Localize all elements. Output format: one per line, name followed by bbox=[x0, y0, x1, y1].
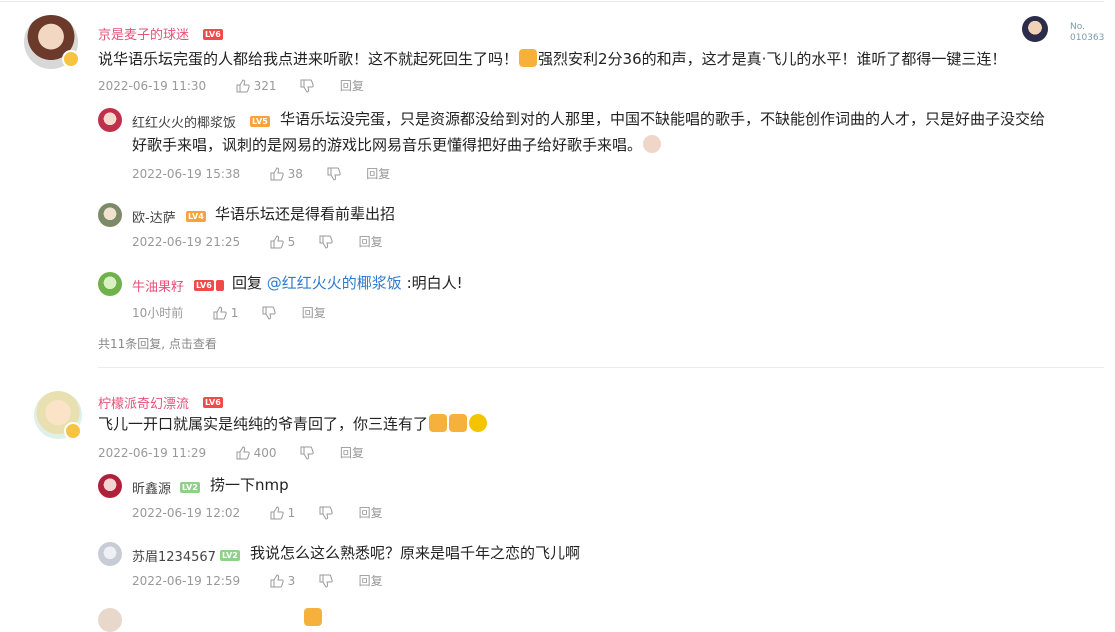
like-count: 321 bbox=[253, 78, 277, 93]
thumb-down-icon[interactable] bbox=[300, 79, 314, 93]
comment-time: 2022-06-19 11:29 bbox=[98, 445, 207, 460]
doge-emoji-icon bbox=[429, 414, 448, 432]
thumb-down-icon[interactable] bbox=[319, 506, 333, 520]
like-button[interactable]: 3 bbox=[270, 573, 295, 588]
reply-time: 2022-06-19 15:38 bbox=[132, 166, 241, 181]
reply-text: 我说怎么这么熟悉呢？原来是唱千年之恋的飞儿啊 bbox=[250, 544, 581, 562]
comment-text-part: 飞儿一开口就属实是纯纯的爷青回了，你三连有了 bbox=[98, 415, 429, 433]
reply-button[interactable]: 回复 bbox=[302, 304, 326, 321]
reply-text-part: 好歌手来唱，讽刺的是网易的游戏比网易音乐更懂得把好曲子给好歌手来唱。 bbox=[132, 136, 643, 154]
level-badge: LV2 bbox=[220, 550, 240, 561]
comment-text-part1: 说华语乐坛完蛋的人都给我点进来听歌！这不就起死回生了吗！ bbox=[98, 50, 519, 68]
reply-prefix: 回复 bbox=[232, 274, 263, 292]
like-button[interactable]: 5 bbox=[270, 234, 295, 249]
like-button[interactable]: 1 bbox=[213, 305, 238, 320]
comment-username[interactable]: 京是麦子的球迷 bbox=[98, 24, 189, 43]
reply-text-line1: 华语乐坛没完蛋，只是资源都没给到对的人那里，中国不缺能唱的歌手，不缺能创作词曲的… bbox=[280, 110, 1046, 128]
reply-meta: 2022-06-19 15:38 38 回复 bbox=[132, 165, 390, 182]
reply-button[interactable]: 回复 bbox=[359, 233, 383, 250]
level-badge: LV2 bbox=[180, 482, 200, 493]
thumb-up-icon bbox=[270, 167, 284, 181]
reply-text-line2: 好歌手来唱，讽刺的是网易的游戏比网易音乐更懂得把好曲子给好歌手来唱。 bbox=[132, 132, 662, 158]
like-button[interactable]: 38 bbox=[270, 166, 303, 181]
like-count: 5 bbox=[287, 234, 296, 249]
doge-emoji-icon bbox=[449, 414, 468, 432]
avatar[interactable] bbox=[98, 474, 122, 498]
avatar[interactable] bbox=[98, 542, 122, 566]
top-divider bbox=[0, 1, 1104, 2]
comment-divider bbox=[98, 367, 1104, 368]
verified-badge-icon bbox=[62, 50, 80, 68]
like-count: 400 bbox=[253, 445, 277, 460]
thumb-down-icon[interactable] bbox=[319, 574, 333, 588]
thumb-up-icon bbox=[270, 574, 284, 588]
level-badge: LV5 bbox=[250, 116, 270, 127]
reply-text: 华语乐坛还是得看前辈出招 bbox=[215, 205, 396, 223]
level-badge: LV6 bbox=[203, 397, 223, 408]
floor-no-label: No. bbox=[1070, 22, 1085, 32]
thumb-down-icon[interactable] bbox=[319, 235, 333, 249]
reply-button[interactable]: 回复 bbox=[359, 504, 383, 521]
reply-button[interactable]: 回复 bbox=[366, 165, 390, 182]
like-button[interactable]: 400 bbox=[236, 445, 277, 460]
reply-username[interactable]: 红红火火的椰浆饭 bbox=[132, 112, 236, 131]
reply-username[interactable]: 苏眉1234567 bbox=[132, 546, 216, 565]
reply-time: 2022-06-19 12:02 bbox=[132, 505, 241, 520]
comment-text-part2: 强烈安利2分36的和声，这才是真·飞儿的水平！谁听了都得一键三连！ bbox=[538, 50, 1007, 68]
thumb-down-icon[interactable] bbox=[262, 306, 276, 320]
comment-time: 2022-06-19 11:30 bbox=[98, 78, 207, 93]
avatar[interactable] bbox=[98, 203, 122, 227]
reply-username[interactable]: 牛油果籽 bbox=[132, 276, 184, 295]
avatar[interactable] bbox=[98, 608, 122, 632]
level-badge: LV6 bbox=[194, 280, 214, 291]
thumb-down-icon[interactable] bbox=[300, 446, 314, 460]
floor-avatar-icon bbox=[1022, 16, 1048, 42]
avatar[interactable] bbox=[98, 272, 122, 296]
comment-text: 飞儿一开口就属实是纯纯的爷青回了，你三连有了 bbox=[98, 411, 488, 437]
floor-no-value: 010363 bbox=[1070, 33, 1105, 43]
level-badge: LV4 bbox=[186, 211, 206, 222]
comment-meta: 2022-06-19 11:29 400 回复 bbox=[98, 444, 364, 461]
mention-link[interactable]: @红红火火的椰浆饭 bbox=[267, 274, 402, 292]
comment-meta: 2022-06-19 11:30 321 回复 bbox=[98, 77, 364, 94]
reply-time: 2022-06-19 21:25 bbox=[132, 234, 241, 249]
reply-body: :明白人! bbox=[406, 274, 463, 292]
reply-time: 10小时前 bbox=[132, 306, 184, 320]
thumb-down-icon[interactable] bbox=[327, 167, 341, 181]
reply-button[interactable]: 回复 bbox=[340, 444, 364, 461]
thumb-up-icon bbox=[270, 235, 284, 249]
pig-emoji-icon bbox=[643, 135, 662, 153]
reply-button[interactable]: 回复 bbox=[359, 572, 383, 589]
avatar[interactable] bbox=[98, 108, 122, 132]
like-button[interactable]: 1 bbox=[270, 505, 295, 520]
thumb-up-icon bbox=[270, 506, 284, 520]
reply-meta: 10小时前 1 回复 bbox=[132, 304, 326, 321]
comment-text: 说华语乐坛完蛋的人都给我点进来听歌！这不就起死回生了吗！ 强烈安利2分36的和声，… bbox=[98, 46, 1088, 72]
thumb-up-icon bbox=[213, 306, 227, 320]
reply-time: 2022-06-19 12:59 bbox=[132, 573, 241, 588]
lightning-icon bbox=[216, 280, 224, 291]
like-count: 1 bbox=[230, 305, 239, 320]
reply-username[interactable]: 昕鑫源 bbox=[132, 478, 171, 497]
comment-username[interactable]: 柠檬派奇幻漂流 bbox=[98, 393, 189, 412]
reply-button[interactable]: 回复 bbox=[340, 77, 364, 94]
like-count: 1 bbox=[287, 505, 296, 520]
reply-meta: 2022-06-19 12:02 1 回复 bbox=[132, 504, 383, 521]
sunglasses-emoji-icon bbox=[469, 414, 488, 432]
verified-badge-icon bbox=[64, 422, 82, 440]
reply-meta: 2022-06-19 21:25 5 回复 bbox=[132, 233, 383, 250]
thumb-up-icon bbox=[236, 446, 250, 460]
more-replies-link[interactable]: 共11条回复, 点击查看 bbox=[98, 335, 217, 352]
like-count: 38 bbox=[287, 166, 303, 181]
like-count: 3 bbox=[287, 573, 296, 588]
doge-emoji-icon bbox=[304, 608, 322, 626]
like-button[interactable]: 321 bbox=[236, 78, 277, 93]
reply-meta: 2022-06-19 12:59 3 回复 bbox=[132, 572, 383, 589]
reply-username[interactable]: 欧-达萨 bbox=[132, 207, 176, 226]
reply-text: 回复 @红红火火的椰浆饭 :明白人! bbox=[232, 270, 463, 296]
level-badge: LV6 bbox=[203, 29, 223, 40]
thumb-up-icon bbox=[236, 79, 250, 93]
reply-text: 捞一下nmp bbox=[210, 476, 289, 494]
doge-emoji-icon bbox=[519, 49, 538, 67]
